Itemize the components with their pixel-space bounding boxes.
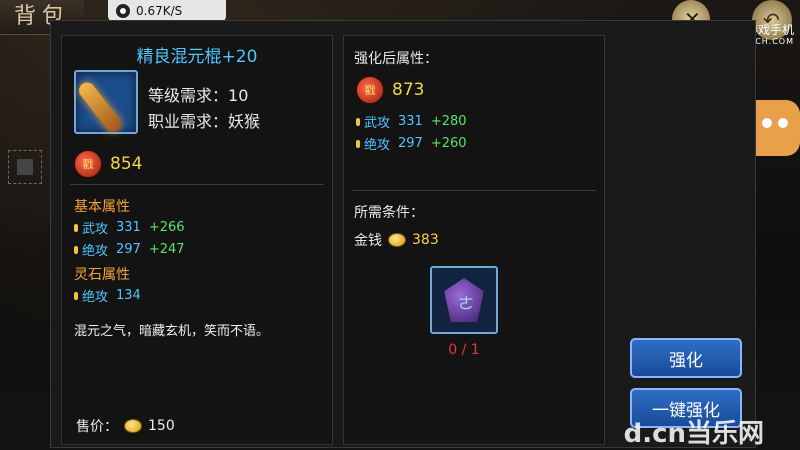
requirements-title: 所需条件：	[354, 205, 424, 221]
item-name: 精良混元棍+20	[136, 47, 258, 67]
after-power-row: 戳 873	[356, 76, 424, 104]
stat-row: 武攻 331 +280	[356, 112, 467, 131]
upgrade-window: 精良混元棍+20 等级需求：10 职业需求：妖猴 戳 854 基本属性 武攻 3…	[50, 20, 756, 448]
stat-row: 武攻 331 +266	[74, 218, 185, 237]
stat-row: 绝攻 297 +247	[74, 240, 185, 259]
power-value: 854	[110, 154, 143, 174]
sell-price: 售价： 150	[76, 418, 175, 435]
gold-coin-icon	[124, 419, 142, 433]
level-requirement: 等级需求：10	[148, 86, 249, 105]
material-count: 0 / 1	[448, 342, 480, 358]
upgrade-button[interactable]: 强化	[630, 338, 742, 378]
footer-logo: d.cn当乐网	[623, 419, 764, 449]
power-icon: 戳	[74, 150, 102, 178]
base-attributes-title: 基本属性	[74, 199, 130, 215]
class-requirement: 职业需求：妖猴	[148, 112, 261, 131]
network-speed: 0.67K/S	[136, 4, 183, 18]
screenshot-crop-icon[interactable]	[8, 150, 42, 184]
network-icon	[116, 4, 130, 18]
material-slot[interactable]: ㄜ	[430, 266, 498, 334]
staff-icon	[75, 79, 125, 135]
item-detail-panel: 精良混元棍+20 等级需求：10 职业需求：妖猴 戳 854 基本属性 武攻 3…	[61, 35, 333, 445]
gold-requirement: 金钱 383	[354, 232, 439, 249]
upgrade-panel: 强化后属性： 戳 873 武攻 331 +280 绝攻 297 +260 所需条…	[343, 35, 605, 445]
network-status-bar: 0.67K/S	[108, 0, 226, 22]
after-power-value: 873	[392, 80, 425, 100]
stat-row: 绝攻 134	[74, 286, 141, 305]
item-description: 混元之气，暗藏玄机，笑而不语。	[74, 324, 270, 339]
gold-coin-icon	[388, 233, 406, 247]
stat-row: 绝攻 297 +260	[356, 134, 467, 153]
power-row: 戳 854	[74, 150, 142, 178]
divider	[70, 184, 324, 185]
stone-attributes-title: 灵石属性	[74, 267, 130, 283]
after-upgrade-title: 强化后属性：	[354, 51, 438, 67]
power-icon: 戳	[356, 76, 384, 104]
divider	[352, 190, 596, 191]
item-icon-frame[interactable]	[74, 70, 138, 135]
